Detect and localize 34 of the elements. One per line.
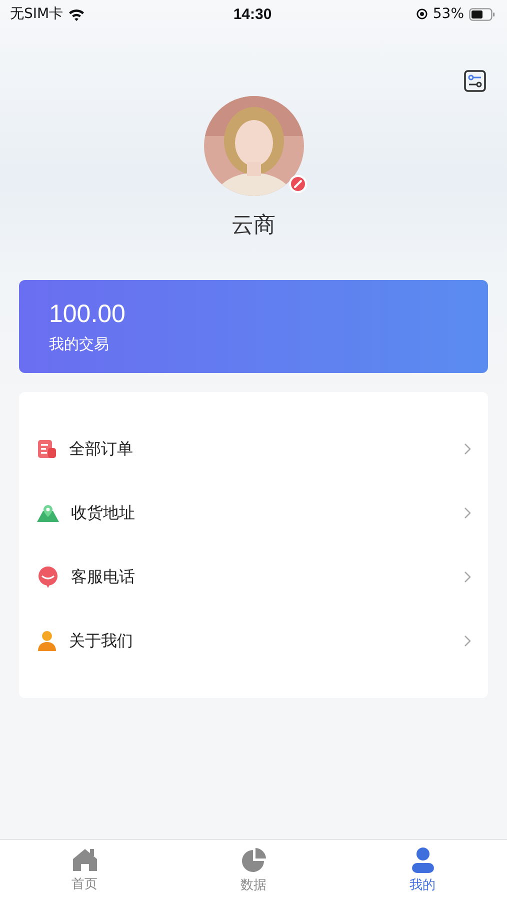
- person-icon: [410, 846, 436, 872]
- battery-icon: [469, 8, 495, 20]
- menu-label: 关于我们: [69, 630, 134, 652]
- balance-card[interactable]: 100.00 我的交易: [19, 280, 488, 373]
- home-icon: [72, 848, 98, 872]
- pie-chart-icon: [240, 846, 266, 872]
- document-icon: [37, 439, 57, 459]
- menu-item[interactable]: 收货地址: [19, 481, 488, 545]
- person-icon: [37, 630, 57, 652]
- chevron-right-icon: [464, 507, 471, 519]
- chevron-right-icon: [464, 571, 471, 583]
- user-name: 云商: [232, 212, 276, 240]
- menu-label: 全部订单: [69, 438, 134, 460]
- menu-item[interactable]: 关于我们: [19, 609, 488, 673]
- edit-button[interactable]: [288, 175, 306, 193]
- chevron-right-icon: [464, 443, 471, 455]
- menu-label: 客服电话: [71, 566, 136, 588]
- map-pin-icon: [37, 504, 59, 522]
- battery-percent: 53%: [432, 6, 464, 22]
- menu-item[interactable]: 全部订单: [19, 417, 488, 481]
- settings-button[interactable]: [464, 70, 488, 94]
- menu-label: 收货地址: [71, 502, 136, 524]
- settings-icon: [464, 70, 486, 92]
- balance-amount: 100.00: [49, 300, 126, 328]
- carrier-text: 无SIM卡: [10, 5, 64, 23]
- clock-time: 14:30: [233, 6, 272, 22]
- wifi-icon: [68, 8, 86, 20]
- rotation-lock-icon: [416, 8, 428, 20]
- chat-bubble-icon: [37, 566, 59, 588]
- menu-item[interactable]: 客服电话: [19, 545, 488, 609]
- balance-label: 我的交易: [49, 334, 110, 354]
- chevron-right-icon: [464, 635, 471, 647]
- tab[interactable]: 我的: [338, 840, 507, 900]
- pencil-icon: [292, 179, 302, 189]
